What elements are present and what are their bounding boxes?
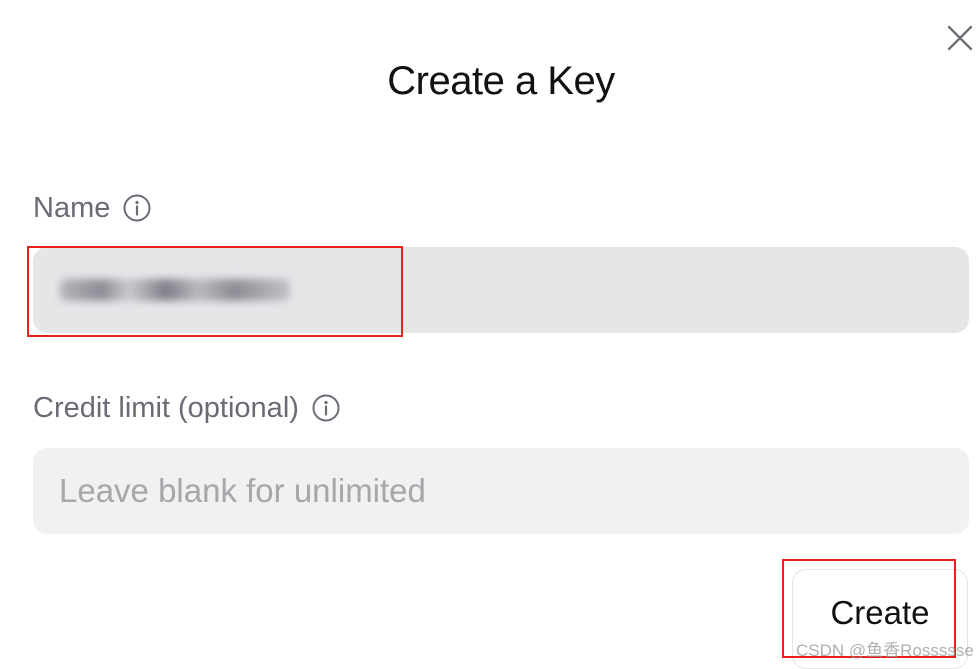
credit-limit-input[interactable] (33, 448, 969, 534)
name-input-obscured-value (60, 268, 290, 312)
create-key-dialog: Create a Key Name Credit limit (optional… (0, 0, 980, 669)
credit-field-label: Credit limit (optional) (33, 389, 341, 427)
close-button[interactable] (944, 22, 976, 54)
dialog-title: Create a Key (387, 59, 615, 103)
name-label-text: Name (33, 192, 111, 224)
info-icon[interactable] (311, 393, 341, 423)
name-field-label: Name (33, 189, 152, 227)
credit-label-text: Credit limit (optional) (33, 392, 299, 424)
create-button[interactable]: Create (792, 569, 968, 669)
close-icon (947, 25, 973, 51)
info-icon[interactable] (122, 193, 152, 223)
